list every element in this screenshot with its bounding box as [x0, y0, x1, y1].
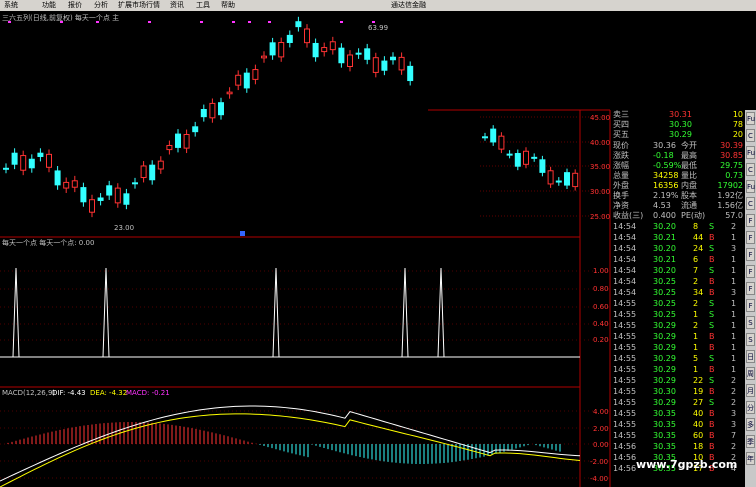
menu-quote[interactable]: 报价: [66, 0, 84, 11]
svg-text:-4.00: -4.00: [590, 475, 608, 483]
period-tab[interactable]: F: [746, 265, 755, 278]
period-tab[interactable]: 周: [746, 367, 755, 380]
macd-value: MACD: -0.21: [126, 389, 170, 397]
svg-text:4.00: 4.00: [593, 408, 609, 416]
tick-row: 14:55 30.30 19 B 2: [613, 387, 737, 396]
period-tab[interactable]: C: [746, 129, 755, 142]
svg-text:40.00: 40.00: [590, 139, 610, 147]
order-row: 买四 30.30 78: [613, 120, 743, 129]
stat-row: 换手 2.19% 股本 1.92亿: [613, 191, 743, 200]
period-tab[interactable]: Fu: [746, 146, 755, 159]
tick-row: 14:55 30.29 1 B 1: [613, 343, 737, 352]
svg-text:35.00: 35.00: [590, 163, 610, 171]
macd-dea: DEA: -4.32: [90, 389, 127, 397]
tick-row: 14:54 30.25 34 B 3: [613, 288, 737, 297]
tick-row: 14:54 30.20 7 S 1: [613, 266, 737, 275]
main-chart-title: 三六五列(日线,前复权) 每天一个点 主: [2, 13, 119, 22]
period-tab[interactable]: 日: [746, 350, 755, 363]
menu-extended-market[interactable]: 扩展市场行情: [116, 0, 162, 11]
period-tab[interactable]: 多: [746, 418, 755, 431]
period-tab[interactable]: F: [746, 299, 755, 312]
period-tab[interactable]: F: [746, 214, 755, 227]
svg-text:0.20: 0.20: [593, 336, 609, 344]
svg-text:-2.00: -2.00: [590, 458, 608, 466]
tick-row: 14:54 30.21 6 B 1: [613, 255, 737, 264]
menu-bar: 系统 功能 报价 分析 扩展市场行情 资讯 工具 帮助 通达信金融: [0, 0, 756, 11]
tick-row: 14:54 30.20 8 S 2: [613, 222, 737, 231]
period-tab[interactable]: Fu: [746, 112, 755, 125]
period-tab[interactable]: C: [746, 197, 755, 210]
order-row: 买五 30.29 20: [613, 130, 743, 139]
macd-label: MACD(12,26,9): [2, 389, 55, 397]
stat-row: 外盘 16356 内盘 17902: [613, 181, 743, 190]
tick-row: 14:55 30.29 27 S 2: [613, 398, 737, 407]
stat-row: 净资 4.53 流通 1.56亿: [613, 201, 743, 210]
tick-row: 14:55 30.29 5 S 1: [613, 354, 737, 363]
order-row: 卖三 30.31 10: [613, 110, 743, 119]
high-price-label: 63.99: [368, 24, 388, 32]
indicator-axis: 1.00 0.80 0.60 0.40 0.20: [593, 267, 609, 344]
period-tab[interactable]: Fu: [746, 180, 755, 193]
quote-panel: 卖三 30.31 10 买四 30.30 78 买五 30.29 20 现价 30…: [611, 110, 745, 487]
stat-row: 现价 30.36 今开 30.39: [613, 141, 743, 150]
low-price-label: 23.00: [114, 224, 134, 232]
menu-news[interactable]: 资讯: [168, 0, 186, 11]
tick-row: 14:56 30.35 18 B 2: [613, 442, 737, 451]
tick-row: 14:54 30.25 2 B 1: [613, 277, 737, 286]
period-tab[interactable]: C: [746, 163, 755, 176]
tick-row: 14:55 30.25 1 S 1: [613, 310, 737, 319]
tick-row: 14:55 30.35 40 B 3: [613, 420, 737, 429]
svg-text:25.00: 25.00: [590, 213, 610, 221]
stat-row: 总量 34258 量比 0.73: [613, 171, 743, 180]
menu-help[interactable]: 帮助: [219, 0, 237, 11]
period-tab-strip[interactable]: Fu C Fu C Fu C F F F F F F S S 日周月分多季年: [745, 110, 756, 487]
tick-row: 14:55 30.25 2 S 1: [613, 299, 737, 308]
menu-system[interactable]: 系统: [2, 0, 20, 11]
menu-tools[interactable]: 工具: [194, 0, 212, 11]
macd-axis: 4.00 2.00 0.00 -2.00 -4.00: [590, 408, 609, 483]
svg-text:0.00: 0.00: [593, 441, 609, 449]
stat-row: 涨跌 -0.18 最高 30.85: [613, 151, 743, 160]
svg-text:2.00: 2.00: [593, 425, 609, 433]
tick-row: 14:55 30.29 1 B 1: [613, 332, 737, 341]
svg-text:0.40: 0.40: [593, 320, 609, 328]
brand-label: 通达信金融: [391, 1, 426, 9]
price-axis: 45.00 40.00 35.00 30.00 25.00: [590, 114, 610, 221]
tick-row: 14:55 30.29 2 S 1: [613, 321, 737, 330]
period-tab[interactable]: 年: [746, 452, 755, 465]
period-tab[interactable]: S: [746, 316, 755, 329]
tick-row: 14:55 30.35 60 B 7: [613, 431, 737, 440]
svg-text:1.00: 1.00: [593, 267, 609, 275]
stat-row: 收益(三) 0.400 PE(动) 57.0: [613, 211, 743, 220]
period-tab[interactable]: F: [746, 248, 755, 261]
tick-row: 14:54 30.20 24 S 3: [613, 244, 737, 253]
tick-row: 14:55 30.29 1 B 1: [613, 365, 737, 374]
period-tab[interactable]: 月: [746, 384, 755, 397]
menu-function[interactable]: 功能: [40, 0, 58, 11]
macd-dif: DIF: -4.43: [52, 389, 86, 397]
svg-text:30.00: 30.00: [590, 188, 610, 196]
watermark-text: www.7gpzb.com: [636, 458, 738, 471]
period-tab[interactable]: 分: [746, 401, 755, 414]
tick-row: 14:55 30.29 22 S 2: [613, 376, 737, 385]
svg-text:45.00: 45.00: [590, 114, 610, 122]
indicator-title: 每天一个点 每天一个点: 0.00: [2, 238, 94, 247]
stat-row: 涨幅 -0.59% 最低 29.75: [613, 161, 743, 170]
tick-row: 14:55 30.35 40 B 3: [613, 409, 737, 418]
tick-row: 14:54 30.21 44 B 1: [613, 233, 737, 242]
period-tab[interactable]: 季: [746, 435, 755, 448]
period-tab[interactable]: F: [746, 231, 755, 244]
svg-text:0.80: 0.80: [593, 285, 609, 293]
period-tab[interactable]: F: [746, 282, 755, 295]
period-tab[interactable]: S: [746, 333, 755, 346]
svg-text:0.60: 0.60: [593, 303, 609, 311]
menu-analysis[interactable]: 分析: [92, 0, 110, 11]
